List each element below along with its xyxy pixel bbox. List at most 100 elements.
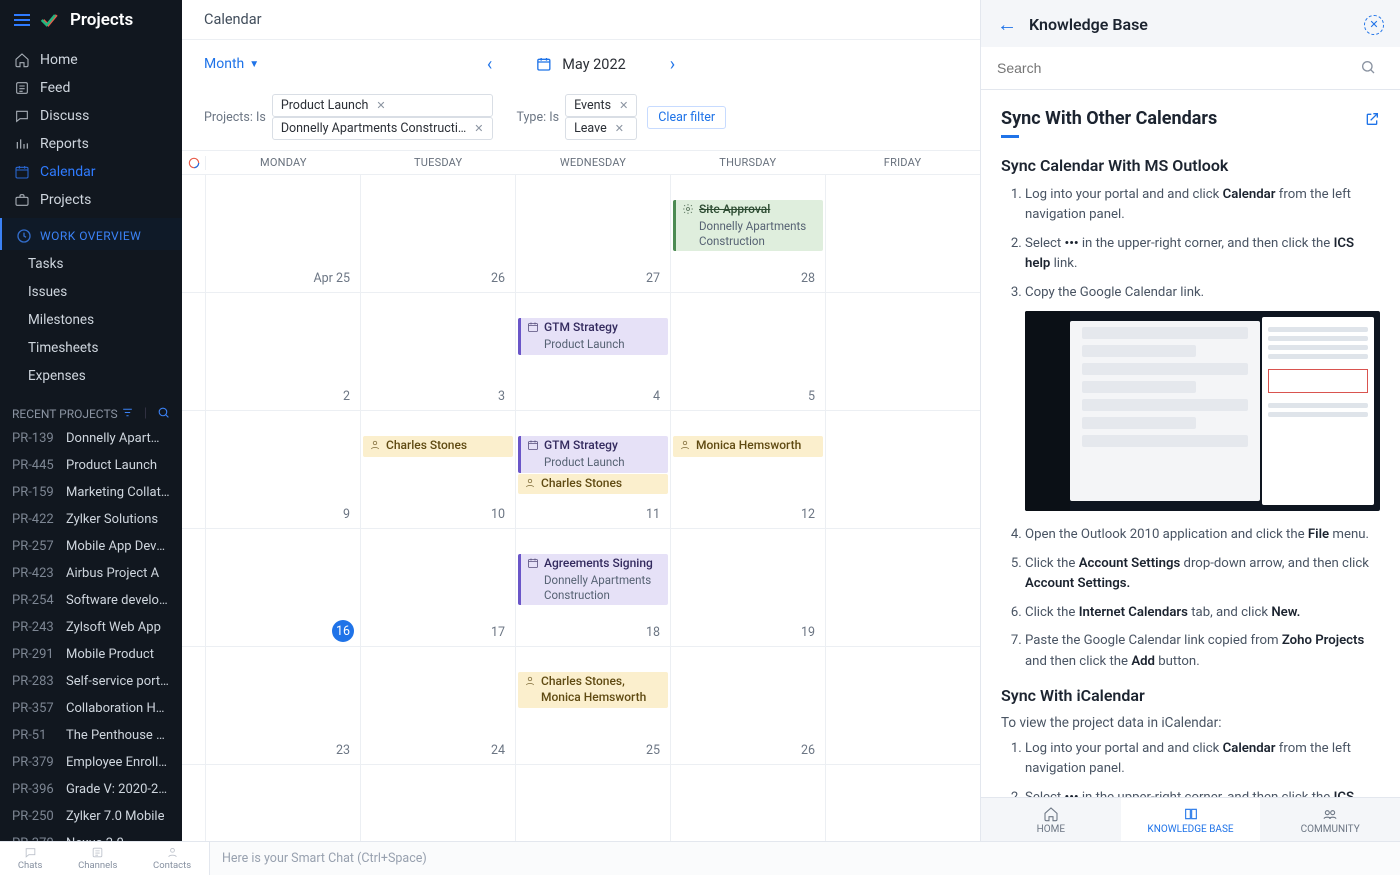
calendar-event[interactable]: Charles Stones [363, 436, 513, 457]
day-cell[interactable]: 26 [361, 175, 516, 292]
recent-project[interactable]: PR-291Mobile Product [0, 641, 182, 668]
kb-tab-knowledge-base[interactable]: KNOWLEDGE BASE [1121, 798, 1261, 841]
hamburger-icon[interactable] [14, 14, 30, 26]
day-cell[interactable] [361, 765, 516, 841]
chip-remove-icon[interactable]: ✕ [376, 99, 385, 112]
calendar-event[interactable]: Agreements SigningDonnelly Apartments Co… [518, 554, 668, 605]
clear-filter-button[interactable]: Clear filter [647, 106, 726, 129]
day-cell[interactable]: Charles Stones, Monica Hemsworth25 [516, 647, 671, 764]
kb-back-button[interactable]: ← [997, 12, 1017, 37]
recent-project[interactable]: PR-51The Penthouse Renovation [0, 722, 182, 749]
nav-item-feed[interactable]: Feed [0, 74, 182, 102]
chip-remove-icon[interactable]: ✕ [615, 122, 624, 135]
day-cell[interactable]: 9 [206, 411, 361, 528]
nav-item-projects[interactable]: Projects [0, 186, 182, 214]
filter-bar: Projects: Is Product Launch✕Donnelly Apa… [182, 88, 980, 151]
nav-item-home[interactable]: Home [0, 46, 182, 74]
filter-projects-label: Projects: Is [204, 110, 266, 125]
kb-search-input[interactable] [997, 47, 1384, 89]
kb-tab-community[interactable]: COMMUNITY [1260, 798, 1400, 841]
day-cell[interactable]: 19 [671, 529, 826, 646]
user-icon [679, 439, 691, 451]
recent-project[interactable]: PR-250Zylker 7.0 Mobile [0, 803, 182, 830]
week-gutter [182, 175, 206, 292]
work-overview-header[interactable]: WORK OVERVIEW [0, 218, 182, 250]
bottom-tab-contacts[interactable]: Contacts [153, 846, 191, 871]
recent-project[interactable]: PR-379Employee Enrollment [0, 749, 182, 776]
smart-chat-input[interactable]: Here is your Smart Chat (Ctrl+Space) [210, 842, 1400, 875]
day-cell[interactable]: GTM StrategyProduct LaunchCharles Stones… [516, 411, 671, 528]
chip-remove-icon[interactable]: ✕ [474, 122, 483, 135]
calendar-event[interactable]: GTM StrategyProduct Launch [518, 436, 668, 473]
day-cell[interactable]: 23 [206, 647, 361, 764]
recent-project[interactable]: PR-243Zylsoft Web App [0, 614, 182, 641]
day-cell[interactable] [826, 293, 980, 410]
day-cell[interactable] [826, 411, 980, 528]
day-cell[interactable]: 27 [516, 175, 671, 292]
day-cell[interactable] [826, 647, 980, 764]
project-filter-chip[interactable]: Donnelly Apartments Constructi…✕ [272, 117, 493, 140]
chip-remove-icon[interactable]: ✕ [619, 99, 628, 112]
day-cell[interactable]: 3 [361, 293, 516, 410]
sidebar: Projects HomeFeedDiscussReportsCalendar P… [0, 0, 182, 841]
recent-project[interactable]: PR-370Nexus 2.0 [0, 830, 182, 841]
recent-project[interactable]: PR-423Airbus Project A [0, 560, 182, 587]
briefcase-icon [14, 192, 30, 208]
day-cell[interactable] [671, 765, 826, 841]
day-cell[interactable] [826, 765, 980, 841]
kb-h3-outlook: Sync Calendar With MS Outlook [1001, 156, 1380, 175]
day-cell[interactable] [826, 175, 980, 292]
recent-project[interactable]: PR-159Marketing Collateral [0, 479, 182, 506]
kb-close-button[interactable]: ✕ [1364, 15, 1384, 35]
view-selector[interactable]: Month ▼ [204, 56, 259, 72]
recent-project[interactable]: PR-254Software development [0, 587, 182, 614]
calendar-event[interactable]: Charles Stones, Monica Hemsworth [518, 672, 668, 708]
work-item-expenses[interactable]: Expenses [0, 362, 182, 390]
bottom-tab-channels[interactable]: Channels [78, 846, 117, 871]
kb-tab-home[interactable]: HOME [981, 798, 1121, 841]
calendar-event[interactable]: Charles Stones [518, 474, 668, 495]
day-cell[interactable]: Site ApprovalDonnelly Apartments Constru… [671, 175, 826, 292]
day-cell[interactable] [516, 765, 671, 841]
recent-project[interactable]: PR-139Donnelly Apartments Construction [0, 425, 182, 452]
calendar-event[interactable]: Site ApprovalDonnelly Apartments Constru… [673, 200, 823, 251]
type-filter-chip[interactable]: Events✕ [565, 94, 637, 117]
recent-project[interactable]: PR-257Mobile App Development [0, 533, 182, 560]
nav-item-reports[interactable]: Reports [0, 130, 182, 158]
day-cell[interactable]: 2 [206, 293, 361, 410]
work-item-timesheets[interactable]: Timesheets [0, 334, 182, 362]
day-cell[interactable]: GTM StrategyProduct Launch4 [516, 293, 671, 410]
day-cell[interactable]: 24 [361, 647, 516, 764]
work-item-issues[interactable]: Issues [0, 278, 182, 306]
search-icon[interactable] [157, 406, 170, 419]
calendar-event[interactable]: GTM StrategyProduct Launch [518, 318, 668, 355]
day-cell[interactable]: 16 [206, 529, 361, 646]
recent-project[interactable]: PR-357Collaboration Hub [0, 695, 182, 722]
external-link-icon[interactable] [1364, 111, 1380, 127]
work-item-milestones[interactable]: Milestones [0, 306, 182, 334]
day-cell[interactable]: 17 [361, 529, 516, 646]
bottom-tab-chats[interactable]: Chats [18, 846, 43, 871]
recent-project[interactable]: PR-283Self-service portal [0, 668, 182, 695]
day-cell[interactable]: Agreements SigningDonnelly Apartments Co… [516, 529, 671, 646]
day-cell[interactable] [206, 765, 361, 841]
prev-month-button[interactable]: ‹ [479, 50, 500, 79]
recent-project[interactable]: PR-422Zylker Solutions [0, 506, 182, 533]
nav-item-calendar[interactable]: Calendar [0, 158, 182, 186]
calendar-event[interactable]: Monica Hemsworth [673, 436, 823, 457]
search-icon[interactable] [1360, 59, 1376, 75]
next-month-button[interactable]: › [662, 50, 683, 79]
type-filter-chip[interactable]: Leave✕ [565, 117, 637, 140]
recent-project[interactable]: PR-396Grade V: 2020-2021 [0, 776, 182, 803]
day-cell[interactable]: Monica Hemsworth12 [671, 411, 826, 528]
work-item-tasks[interactable]: Tasks [0, 250, 182, 278]
recent-project[interactable]: PR-445Product Launch [0, 452, 182, 479]
project-filter-chip[interactable]: Product Launch✕ [272, 94, 493, 117]
day-cell[interactable]: Apr 25 [206, 175, 361, 292]
day-cell[interactable]: 26 [671, 647, 826, 764]
filter-icon[interactable] [121, 406, 134, 419]
nav-item-discuss[interactable]: Discuss [0, 102, 182, 130]
day-cell[interactable]: 5 [671, 293, 826, 410]
day-cell[interactable]: Charles Stones10 [361, 411, 516, 528]
day-cell[interactable] [826, 529, 980, 646]
